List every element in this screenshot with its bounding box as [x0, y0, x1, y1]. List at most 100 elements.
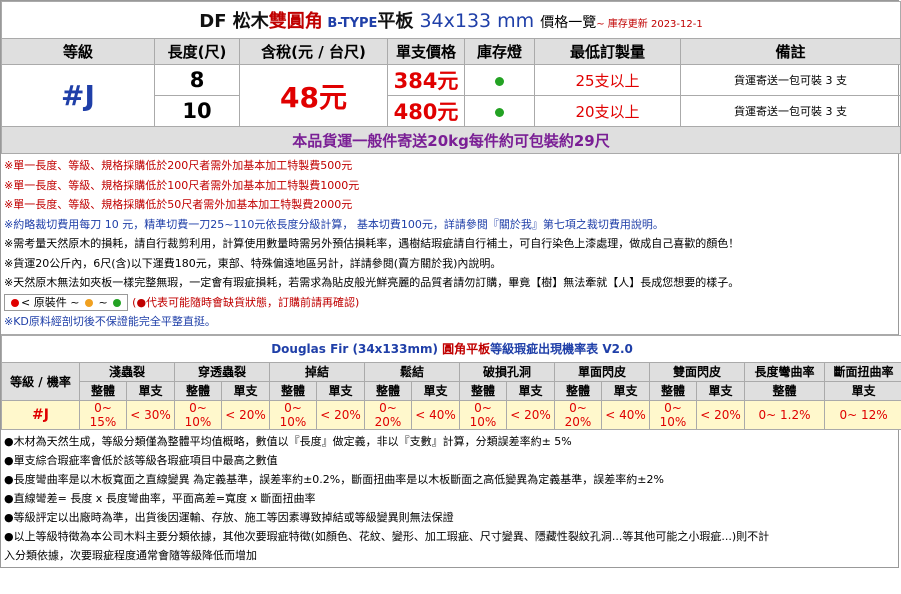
- min-qty-cell: 25支以上: [534, 64, 681, 96]
- defect-grade-header: 等級 / 機率: [1, 361, 80, 401]
- bottom-note-line: ●等級評定以出廠時為準，出貨後因運輸、存放、施工等因素導致掉結或等級變異則無法保…: [4, 510, 454, 524]
- defect-value: 0~ 10%: [269, 399, 317, 430]
- defect-value: < 20%: [221, 399, 270, 430]
- defect-title-en: Douglas Fir (34x133mm): [271, 342, 438, 356]
- defect-grade-cell: #J: [1, 399, 80, 430]
- title-size: 34x133 mm: [413, 10, 541, 32]
- bottom-note-line: ●單支綜合瑕疵率會低於該等級各瑕疵項目中最高之數值: [4, 453, 278, 467]
- defect-header-row: 等級 / 機率 淺蟲裂 穿透蟲裂 掉結 鬆結 破損孔洞 單面閃皮 雙面閃皮 長度…: [1, 361, 901, 401]
- green-dot-icon: [495, 76, 504, 86]
- unit-price-cell: 384元: [387, 64, 465, 96]
- sub-whole: 整體: [554, 380, 602, 401]
- bottom-note-line: 入分類依據，次要瑕疵程度通常會隨等級降低而增加: [4, 548, 257, 562]
- header-unit-price: 單支價格: [387, 38, 465, 65]
- defect-category: 穿透蟲裂: [174, 361, 270, 382]
- header-min-qty: 最低訂製量: [534, 38, 681, 65]
- note-cell: 貨運寄送一包可裝 3 支: [679, 95, 901, 127]
- header-length: 長度(尺): [154, 38, 240, 65]
- header-price-per-unit: 含稅(元 / 台尺): [239, 38, 388, 65]
- defect-value: < 30%: [126, 399, 175, 430]
- note-line: ※天然原木無法如夾板一樣完整無瑕，一定會有瑕疵損耗，若需求為貼皮般光鮮亮麗的品質…: [4, 276, 740, 289]
- defect-value: 0~ 10%: [174, 399, 222, 430]
- defect-category: 雙面閃皮: [649, 361, 745, 382]
- header-grade: 等級: [1, 38, 155, 65]
- stock-legend-line: < 原裝件 ~ ~ (●代表可能隨時會缺貨狀態，訂購前請再確認): [4, 293, 895, 313]
- sub-single: 單支: [221, 380, 270, 401]
- legend-warning: (●代表可能隨時會缺貨狀態，訂購前請再確認): [132, 295, 360, 309]
- defect-value: < 20%: [696, 399, 745, 430]
- defect-value: < 20%: [506, 399, 555, 430]
- length-cell: 8: [154, 64, 240, 96]
- header-note: 備註: [679, 38, 901, 65]
- price-sheet: DF 松木雙圓角 B-TYPE平板 34x133 mm 價格一覽~ 庫存更新 2…: [0, 0, 901, 568]
- price-table: DF 松木雙圓角 B-TYPE平板 34x133 mm 價格一覽~ 庫存更新 2…: [0, 1, 901, 154]
- defect-category: 淺蟲裂: [79, 361, 175, 382]
- sub-whole: 整體: [744, 380, 825, 401]
- defect-category: 斷面扭曲率: [823, 361, 901, 382]
- defect-value-row: #J 0~ 15% < 30% 0~ 10% < 20% 0~ 10% < 20…: [1, 399, 901, 430]
- legend-sep: ~: [70, 295, 80, 309]
- stock-update-date: ~ 庫存更新 2023-12-1: [596, 19, 703, 30]
- defect-subheader-row: 整體 單支 整體 單支 整體 單支 整體 單支 整體 單支 整體 單支 整體 單…: [2, 380, 901, 401]
- page-title: DF 松木雙圓角 B-TYPE平板 34x133 mm 價格一覽~ 庫存更新 2…: [0, 1, 901, 39]
- green-dot-icon: [113, 298, 122, 307]
- sub-single: 單支: [126, 380, 175, 401]
- stock-legend: < 原裝件 ~ ~: [4, 293, 129, 311]
- price-per-unit-cell: 48元: [239, 64, 388, 127]
- legend-sep: ~: [98, 295, 108, 309]
- bottom-note-line: ●長度彎曲率是以木板寬面之直線變異 為定義基準，誤差率約±0.2%，斷面扭曲率是…: [4, 472, 664, 486]
- bottom-note-line: ●直線彎差= 長度 x 長度彎曲率，平面高差=寬度 x 斷面扭曲率: [4, 491, 316, 505]
- orange-dot-icon: [84, 298, 93, 307]
- bottom-notes: ●木材為天然生成，等級分類僅為整體平均值概略，數值以『長度』做定義，非以『支數』…: [1, 430, 898, 567]
- unit-price-cell: 480元: [387, 95, 465, 127]
- defect-title-rest: 等級瑕疵出現機率表 V2.0: [490, 342, 633, 356]
- defect-value: 0~ 20%: [554, 399, 602, 430]
- defect-category: 鬆結: [364, 361, 460, 382]
- length-cell: 10: [154, 95, 240, 127]
- header-stock-light: 庫存燈: [464, 38, 535, 65]
- defect-category: 長度彎曲率: [744, 361, 825, 382]
- sub-single: 單支: [506, 380, 555, 401]
- sub-whole: 整體: [269, 380, 317, 401]
- defect-value: 0~ 12%: [823, 399, 901, 430]
- sub-whole: 整體: [364, 380, 412, 401]
- defect-value: < 20%: [316, 399, 365, 430]
- sub-single: 單支: [411, 380, 460, 401]
- note-line: ※需考量天然原木的損耗，請自行裁剪利用，計算使用數量時需另外預估損耗率，遇樹結瑕…: [4, 237, 740, 250]
- note-line: ※貨運20公斤內，6尺(含)以下運費180元，東部、特殊偏遠地區另計，詳請參閱(…: [4, 256, 502, 270]
- title-prefix: DF 松木: [199, 11, 269, 32]
- note-line: ※單一長度、等級、規格採購低於50尺者需外加基本加工特製費2000元: [4, 198, 353, 211]
- title-highlight: 雙圓角: [268, 11, 323, 32]
- stock-light-cell: [464, 95, 535, 127]
- title-list: 價格一覽: [540, 15, 597, 31]
- table-row: #J 8 48元 384元 25支以上 貨運寄送一包可裝 3 支: [1, 64, 901, 127]
- defect-value: 0~ 10%: [459, 399, 507, 430]
- legend-label: < 原裝件: [21, 295, 67, 309]
- sub-single: 單支: [601, 380, 650, 401]
- note-line: ※單一長度、等級、規格採購低於100尺者需外加基本加工特製費1000元: [4, 178, 360, 192]
- sub-whole: 整體: [459, 380, 507, 401]
- defect-value: 0~ 20%: [364, 399, 412, 430]
- defect-value: < 40%: [411, 399, 460, 430]
- defect-title-zh: 圓角平板: [437, 342, 491, 356]
- note-cell: 貨運寄送一包可裝 3 支: [679, 64, 901, 96]
- grade-cell: #J: [1, 64, 155, 127]
- sub-whole: 整體: [649, 380, 697, 401]
- defect-category: 單面閃皮: [554, 361, 650, 382]
- notes-section: ※單一長度、等級、規格採購低於200尺者需外加基本加工特製費500元 ※單一長度…: [1, 154, 898, 335]
- defect-table: Douglas Fir (34x133mm) 圓角平板等級瑕疵出現機率表 V2.…: [0, 334, 901, 430]
- red-dot-icon: [11, 298, 19, 307]
- sub-single: 單支: [316, 380, 365, 401]
- bottom-note-line: ●木材為天然生成，等級分類僅為整體平均值概略，數值以『長度』做定義，非以『支數』…: [4, 434, 572, 448]
- sub-whole: 整體: [174, 380, 222, 401]
- min-qty-cell: 20支以上: [534, 95, 681, 127]
- defect-table-title: Douglas Fir (34x133mm) 圓角平板等級瑕疵出現機率表 V2.…: [0, 334, 901, 363]
- defect-value: < 40%: [601, 399, 650, 430]
- note-line: ※單一長度、等級、規格採購低於200尺者需外加基本加工特製費500元: [4, 159, 353, 172]
- defect-category: 掉結: [269, 361, 365, 382]
- sub-single: 單支: [696, 380, 745, 401]
- bottom-note-line: ●以上等級特徵為本公司木料主要分類依據，其他次要瑕疵特徵(如顏色、花紋、變形、加…: [4, 529, 770, 543]
- sub-single: 單支: [823, 380, 901, 401]
- shipping-banner: 本品貨運一般件寄送20kg每件約可包裝約29尺: [0, 126, 901, 154]
- sub-whole: 整體: [79, 380, 127, 401]
